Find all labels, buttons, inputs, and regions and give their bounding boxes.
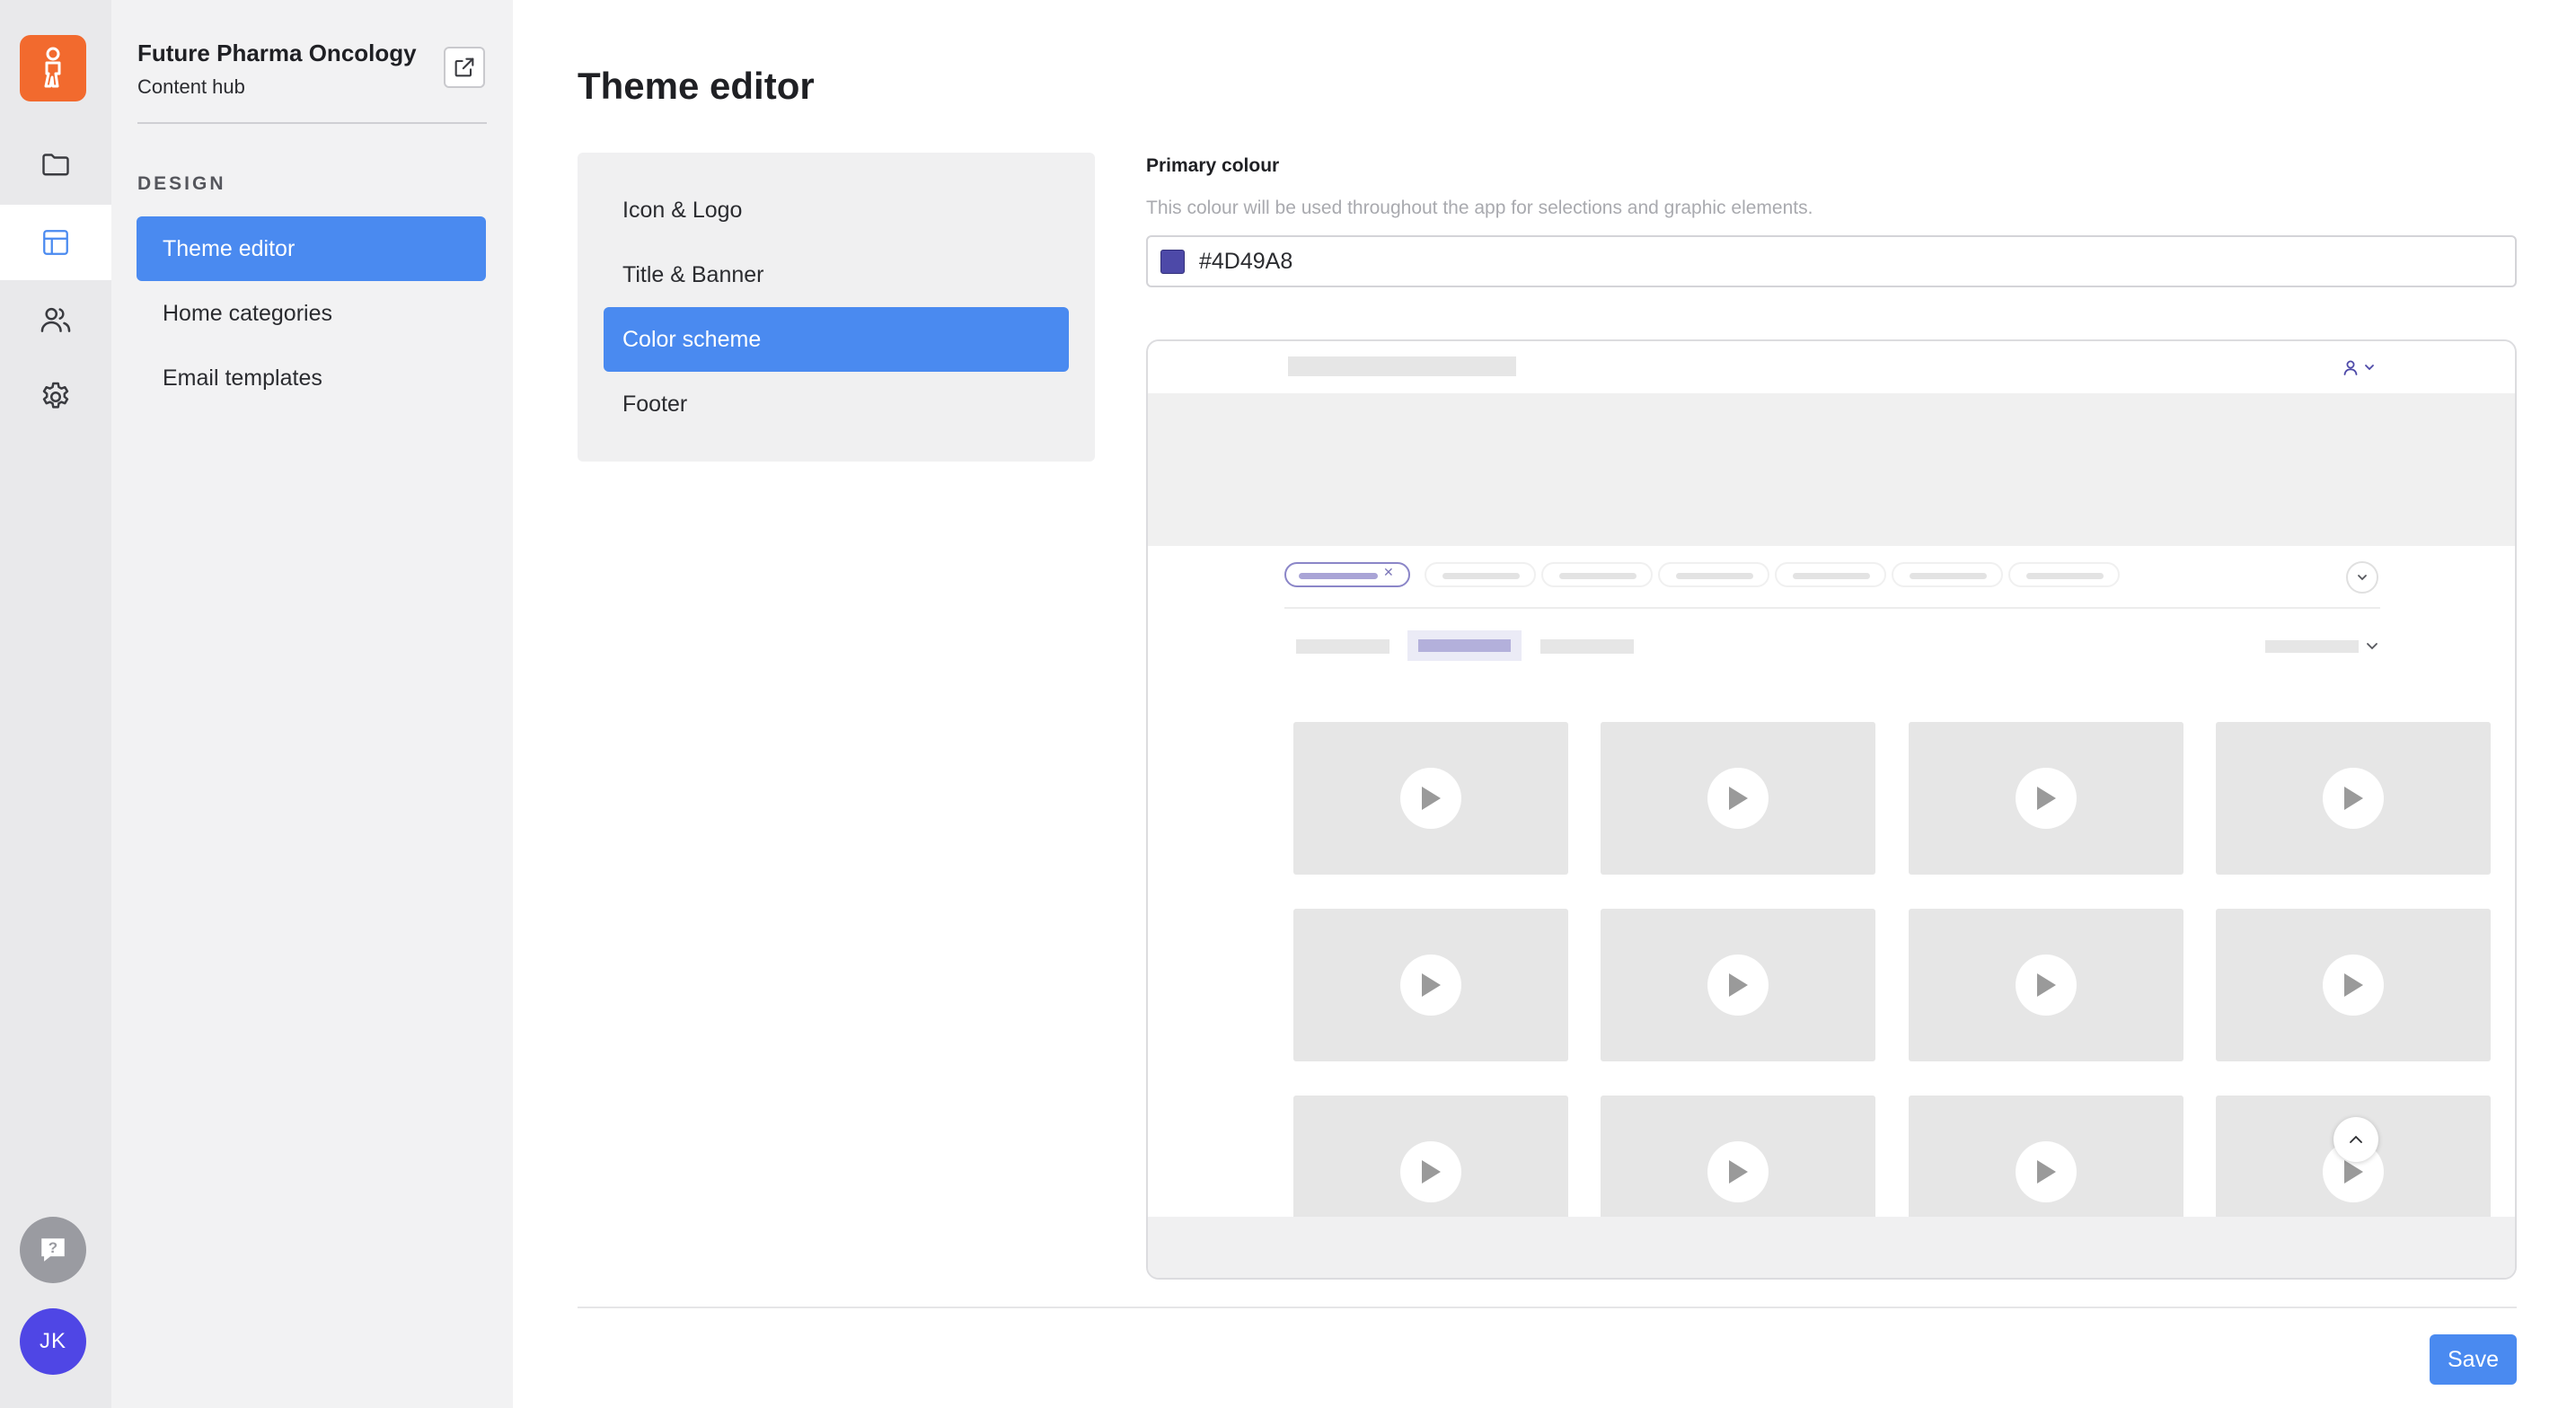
- tab-label: Color scheme: [622, 326, 762, 352]
- sidebar-item-label: Theme editor: [163, 235, 296, 261]
- play-icon: [2323, 768, 2384, 829]
- play-icon: [2016, 768, 2077, 829]
- preview-header: [1148, 341, 2515, 393]
- primary-colour-value[interactable]: #4D49A8: [1199, 249, 1292, 275]
- preview-video-card: [1909, 909, 2183, 1061]
- theme-preview: ✕: [1146, 339, 2517, 1280]
- sidebar-item-theme-editor[interactable]: Theme editor: [137, 216, 486, 281]
- layout-icon: [43, 230, 68, 255]
- preview-tab-active: [1407, 630, 1522, 661]
- play-icon: [1707, 955, 1769, 1016]
- rail-settings-button[interactable]: [0, 359, 111, 435]
- preview-video-card: [1601, 722, 1875, 875]
- play-icon: [2016, 955, 2077, 1016]
- tab-label: Icon & Logo: [622, 197, 743, 223]
- users-icon: [40, 307, 71, 332]
- preview-user-menu-icon: [2343, 360, 2374, 375]
- preview-sort-placeholder: [2265, 640, 2359, 653]
- org-name: Future Pharma Oncology: [137, 40, 417, 66]
- preview-video-card: [2216, 722, 2491, 875]
- chevron-down-icon: [2358, 575, 2367, 581]
- preview-video-card: [1293, 722, 1568, 875]
- tab-title-banner[interactable]: Title & Banner: [604, 242, 1069, 307]
- figure-logo-icon: [44, 47, 61, 88]
- app-rail: ? JK: [0, 0, 111, 1408]
- org-subtitle: Content hub: [137, 75, 245, 98]
- color-swatch[interactable]: [1160, 249, 1185, 274]
- preview-filter-chip-active: ✕: [1284, 562, 1410, 587]
- tab-label: Footer: [622, 391, 688, 417]
- gear-icon: [42, 382, 69, 409]
- section-heading: DESIGN: [137, 173, 226, 194]
- theme-section-nav: Icon & Logo Title & Banner Color scheme …: [578, 153, 1095, 462]
- help-chat-icon: ?: [41, 1238, 65, 1262]
- sidebar-divider: [137, 122, 487, 124]
- svg-text:?: ?: [49, 1239, 57, 1256]
- design-sidebar: Future Pharma Oncology Content hub DESIG…: [111, 0, 513, 1408]
- preview-scroll-top-button: [2333, 1117, 2378, 1162]
- preview-video-card: [2216, 909, 2491, 1061]
- sidebar-item-home-categories[interactable]: Home categories: [137, 281, 486, 346]
- preview-divider: [1284, 607, 2380, 609]
- primary-colour-label: Primary colour: [1146, 155, 1280, 176]
- play-icon: [1400, 768, 1461, 829]
- primary-colour-field[interactable]: #4D49A8: [1146, 235, 2517, 287]
- save-button[interactable]: Save: [2430, 1334, 2517, 1385]
- tab-color-scheme[interactable]: Color scheme: [604, 307, 1069, 372]
- preview-title-placeholder: [1288, 356, 1516, 376]
- rail-content-button[interactable]: [0, 127, 111, 202]
- preview-banner: [1148, 393, 2515, 546]
- play-icon: [2016, 1141, 2077, 1202]
- folder-icon: [42, 154, 69, 176]
- preview-filter-chip: [1541, 562, 1653, 587]
- sidebar-item-label: Email templates: [163, 365, 322, 391]
- app-logo[interactable]: [20, 35, 86, 101]
- play-icon: [1400, 955, 1461, 1016]
- preview-video-card: [1601, 909, 1875, 1061]
- play-icon: [1707, 1141, 1769, 1202]
- preview-filter-chip: [1775, 562, 1886, 587]
- preview-filter-chip: [2008, 562, 2120, 587]
- page-title: Theme editor: [578, 65, 815, 107]
- preview-video-card: [1909, 722, 2183, 875]
- tab-label: Title & Banner: [622, 261, 764, 287]
- play-icon: [1707, 768, 1769, 829]
- chevron-up-icon: [2350, 1135, 2362, 1143]
- preview-filter-chip: [1658, 562, 1769, 587]
- preview-tab: [1540, 639, 1634, 654]
- preview-tab: [1296, 639, 1389, 654]
- rail-design-button[interactable]: [0, 205, 111, 280]
- rail-users-button[interactable]: [0, 282, 111, 357]
- help-button[interactable]: ?: [20, 1217, 86, 1283]
- preview-filter-chip: [1425, 562, 1536, 587]
- footer-divider: [578, 1307, 2517, 1308]
- play-icon: [1400, 1141, 1461, 1202]
- chevron-down-icon: [2367, 643, 2378, 650]
- preview-footer: [1148, 1217, 2515, 1278]
- play-icon: [2323, 955, 2384, 1016]
- tab-icon-logo[interactable]: Icon & Logo: [604, 178, 1069, 242]
- preview-expand-filters: [2346, 561, 2378, 594]
- primary-colour-help: This colour will be used throughout the …: [1146, 198, 1813, 218]
- preview-filter-chip: [1892, 562, 2003, 587]
- open-external-button[interactable]: [444, 47, 485, 88]
- preview-video-card: [1293, 909, 1568, 1061]
- tab-footer[interactable]: Footer: [604, 372, 1069, 436]
- avatar[interactable]: JK: [20, 1308, 86, 1375]
- external-link-icon: [454, 57, 474, 77]
- sidebar-item-email-templates[interactable]: Email templates: [137, 346, 486, 410]
- sidebar-item-label: Home categories: [163, 300, 332, 326]
